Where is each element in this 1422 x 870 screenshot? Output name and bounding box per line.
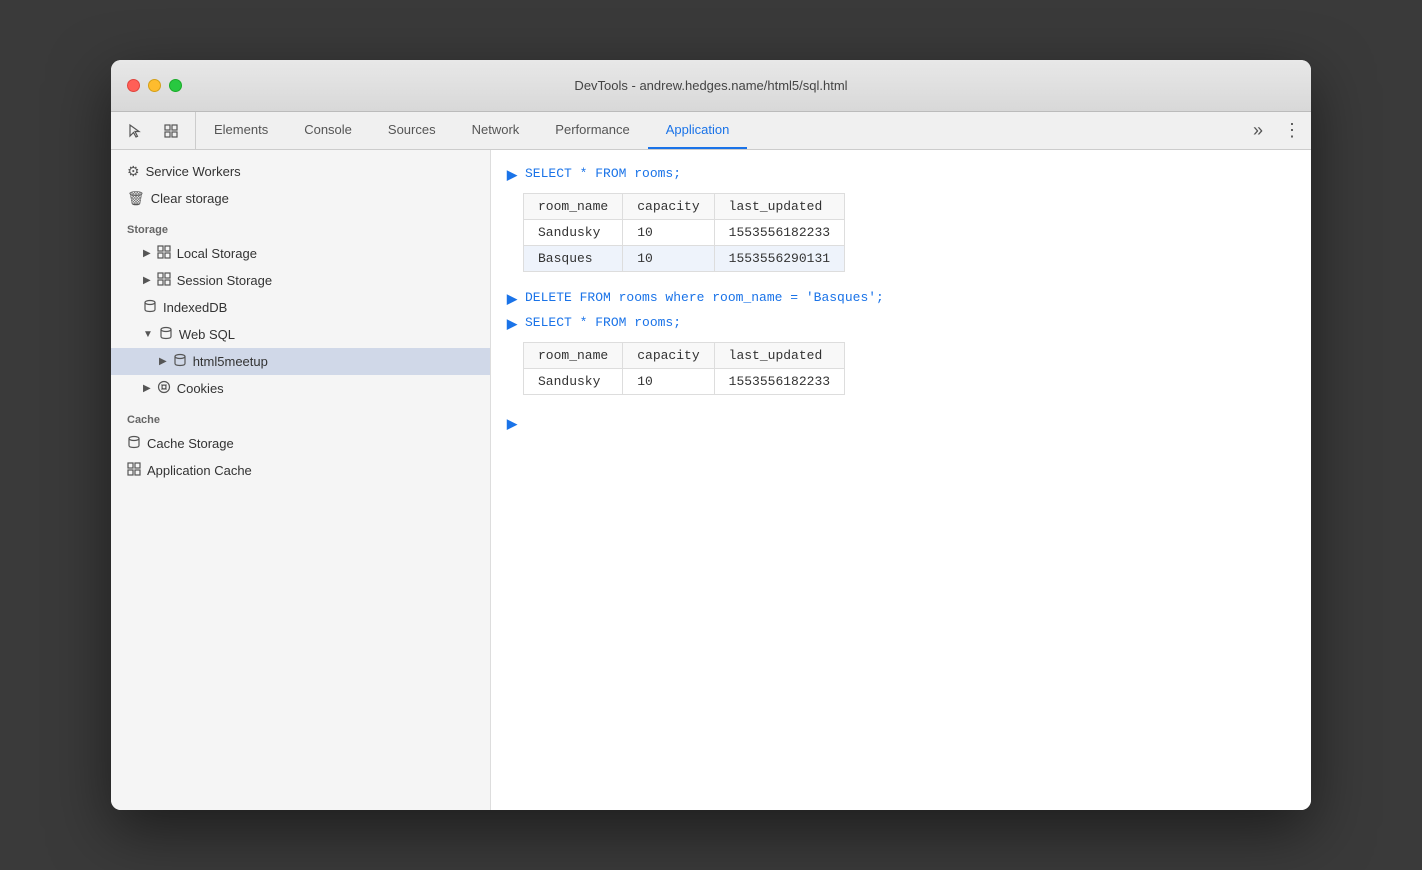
cache-storage-icon [127,435,141,452]
sql-input[interactable] [525,416,1295,431]
table-row: Sandusky 10 1553556182233 [524,220,845,246]
cell: 1553556182233 [714,220,844,246]
query-line-3[interactable]: ▶ SELECT * FROM rooms; [491,311,1311,336]
tab-application[interactable]: Application [648,112,748,149]
query-sql-1: SELECT * FROM rooms; [525,166,681,181]
service-workers-icon: ⚙ [127,163,140,180]
maximize-button[interactable] [169,79,182,92]
inspect-icon[interactable] [157,117,185,145]
sidebar: ⚙ Service Workers 🗑 Clear storage Storag… [111,150,491,810]
storage-section-label: Storage [111,212,490,240]
close-button[interactable] [127,79,140,92]
sidebar-item-session-storage[interactable]: Session Storage [111,267,490,294]
tab-performance[interactable]: Performance [537,112,647,149]
sidebar-item-application-cache[interactable]: Application Cache [111,457,490,484]
cell: Sandusky [524,369,623,395]
chevron-icon [143,275,151,286]
application-cache-icon [127,462,141,479]
sidebar-item-indexeddb[interactable]: IndexedDB [111,294,490,321]
indexeddb-icon [143,299,157,316]
sidebar-item-service-workers[interactable]: ⚙ Service Workers [111,158,490,185]
sidebar-item-web-sql[interactable]: Web SQL [111,321,490,348]
col-header-last-updated-1: last_updated [714,194,844,220]
result-table-2: room_name capacity last_updated Sandusky… [523,342,845,395]
tab-icon-group [111,112,196,149]
query-sql-3: SELECT * FROM rooms; [525,315,681,330]
html5meetup-icon [173,353,187,370]
sidebar-item-cache-storage[interactable]: Cache Storage [111,430,490,457]
col-header-room-name-1: room_name [524,194,623,220]
cache-section-label: Cache [111,402,490,430]
traffic-lights [127,79,182,92]
cell: 1553556182233 [714,369,844,395]
minimize-button[interactable] [148,79,161,92]
query-arrow-2[interactable]: ▶ [507,291,517,307]
clear-storage-icon: 🗑 [127,190,145,207]
content-panel: ▶ SELECT * FROM rooms; room_name capacit… [491,150,1311,810]
result-table-1: room_name capacity last_updated Sandusky… [523,193,845,272]
sidebar-item-clear-storage[interactable]: 🗑 Clear storage [111,185,490,212]
cell: Sandusky [524,220,623,246]
cell: Basques [524,246,623,272]
expand-icon [143,329,153,340]
tab-sources[interactable]: Sources [370,112,454,149]
cursor-arrow: ▶ [507,416,517,432]
table-row: Basques 10 1553556290131 [524,246,845,272]
cell: 1553556290131 [714,246,844,272]
chevron-icon [143,383,151,394]
menu-button[interactable]: ⋮ [1273,112,1311,149]
col-header-capacity-1: capacity [623,194,714,220]
col-header-last-updated-2: last_updated [714,343,844,369]
titlebar: DevTools - andrew.hedges.name/html5/sql.… [111,60,1311,112]
query-line-1[interactable]: ▶ SELECT * FROM rooms; [491,162,1311,187]
col-header-room-name-2: room_name [524,343,623,369]
tab-console[interactable]: Console [286,112,370,149]
col-header-capacity-2: capacity [623,343,714,369]
query-arrow-3[interactable]: ▶ [507,316,517,332]
table-row: Sandusky 10 1553556182233 [524,369,845,395]
devtools-window: DevTools - andrew.hedges.name/html5/sql.… [111,60,1311,810]
tabbar: Elements Console Sources Network Perform… [111,112,1311,150]
chevron-icon [159,356,167,367]
cursor-icon[interactable] [121,117,149,145]
query-line-2[interactable]: ▶ DELETE FROM rooms where room_name = 'B… [491,286,1311,311]
main-layout: ⚙ Service Workers 🗑 Clear storage Storag… [111,150,1311,810]
session-storage-icon [157,272,171,289]
tab-elements[interactable]: Elements [196,112,286,149]
sidebar-item-local-storage[interactable]: Local Storage [111,240,490,267]
sidebar-item-cookies[interactable]: Cookies [111,375,490,402]
window-title: DevTools - andrew.hedges.name/html5/sql.… [574,78,847,93]
cookies-icon [157,380,171,397]
tab-network[interactable]: Network [454,112,538,149]
more-tabs-button[interactable]: » [1243,112,1273,149]
cell: 10 [623,220,714,246]
cell: 10 [623,369,714,395]
local-storage-icon [157,245,171,262]
tab-list: Elements Console Sources Network Perform… [196,112,1243,149]
cursor-line[interactable]: ▶ [491,409,1311,438]
sidebar-item-html5meetup[interactable]: html5meetup [111,348,490,375]
chevron-icon [143,248,151,259]
query-arrow-1[interactable]: ▶ [507,167,517,183]
web-sql-icon [159,326,173,343]
cell: 10 [623,246,714,272]
query-sql-2: DELETE FROM rooms where room_name = 'Bas… [525,290,884,305]
